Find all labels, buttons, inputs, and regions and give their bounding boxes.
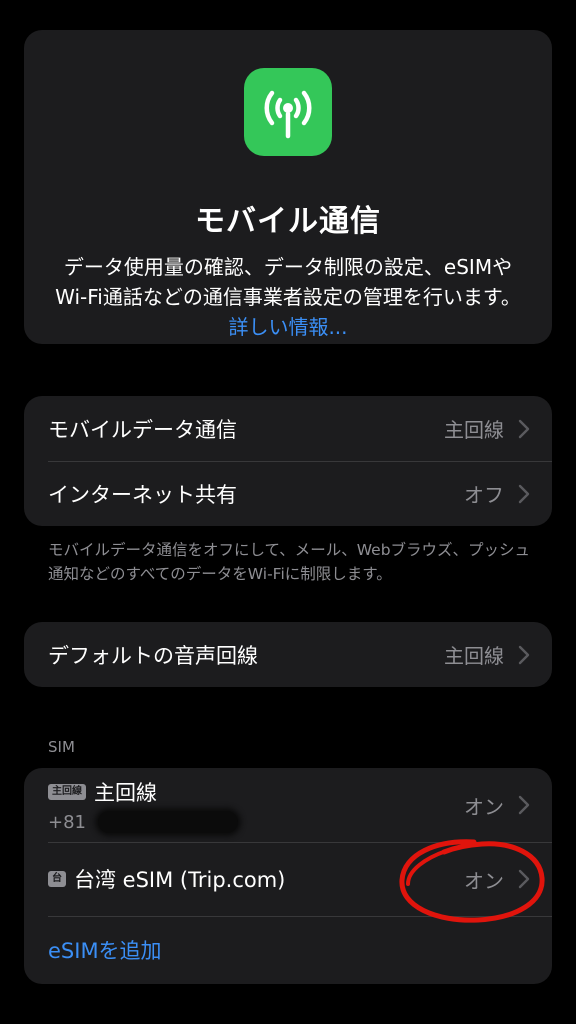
sim-badge: 台 (48, 871, 66, 887)
sim-status: オン (464, 868, 504, 893)
default-voice-line-row[interactable]: デフォルトの音声回線 主回線 (24, 622, 552, 687)
row-value: オフ (464, 483, 504, 507)
mobile-data-footnote: モバイルデータ通信をオフにして、メール、Webブラウズ、プッシュ通知などのすべて… (48, 541, 531, 583)
hero-description-text: データ使用量の確認、データ制限の設定、eSIMやWi-Fi通話などの通信事業者設… (55, 255, 521, 309)
sim-name: 台湾 eSIM (Trip.com) (74, 868, 286, 892)
row-value: 主回線 (444, 644, 504, 668)
antenna-signal-icon (244, 68, 332, 156)
add-esim-row[interactable]: eSIMを追加 (24, 916, 552, 984)
chevron-right-icon (518, 795, 530, 815)
row-value: 主回線 (444, 418, 504, 442)
page-title: モバイル通信 (195, 204, 381, 239)
voice-line-group: デフォルトの音声回線 主回線 (24, 622, 552, 687)
chevron-right-icon (518, 645, 530, 664)
personal-hotspot-row[interactable]: インターネット共有 オフ (24, 461, 552, 526)
chevron-right-icon (518, 484, 530, 503)
sim-group: 主回線 主回線 +81 オン 台 台湾 eSIM (Trip.com) オン e… (24, 768, 552, 984)
row-label: デフォルトの音声回線 (48, 643, 258, 668)
sim-info: 主回線 主回線 +81 (48, 777, 464, 833)
sim-section-header: SIM (48, 738, 75, 756)
sim-line-primary[interactable]: 主回線 主回線 +81 オン (24, 768, 552, 842)
sim-badge: 主回線 (48, 784, 86, 800)
sim-status: オン (464, 794, 504, 819)
sim-title-line: 主回線 主回線 (48, 777, 464, 807)
row-label: モバイルデータ通信 (48, 417, 237, 442)
sim-title-line: 台 台湾 eSIM (Trip.com) (48, 864, 464, 894)
mobile-hero-card: モバイル通信 データ使用量の確認、データ制限の設定、eSIMやWi-Fi通話など… (24, 30, 552, 344)
hero-description: データ使用量の確認、データ制限の設定、eSIMやWi-Fi通話などの通信事業者設… (52, 252, 524, 342)
redaction-mark (98, 811, 238, 833)
sim-line-taiwan-esim[interactable]: 台 台湾 eSIM (Trip.com) オン (24, 842, 552, 916)
add-esim-button[interactable]: eSIMを追加 (48, 935, 162, 965)
sim-name: 主回線 (94, 781, 157, 805)
data-settings-group: モバイルデータ通信 主回線 インターネット共有 オフ (24, 396, 552, 526)
phone-number: +81 (48, 811, 464, 833)
sim-info: 台 台湾 eSIM (Trip.com) (48, 864, 464, 894)
mobile-settings-page: モバイル通信 データ使用量の確認、データ制限の設定、eSIMやWi-Fi通話など… (0, 0, 576, 1024)
chevron-right-icon (518, 869, 530, 889)
phone-number-prefix: +81 (48, 811, 86, 833)
row-label: インターネット共有 (48, 482, 237, 507)
mobile-data-row[interactable]: モバイルデータ通信 主回線 (24, 396, 552, 461)
chevron-right-icon (518, 419, 530, 438)
learn-more-link[interactable]: 詳しい情報... (228, 315, 347, 339)
